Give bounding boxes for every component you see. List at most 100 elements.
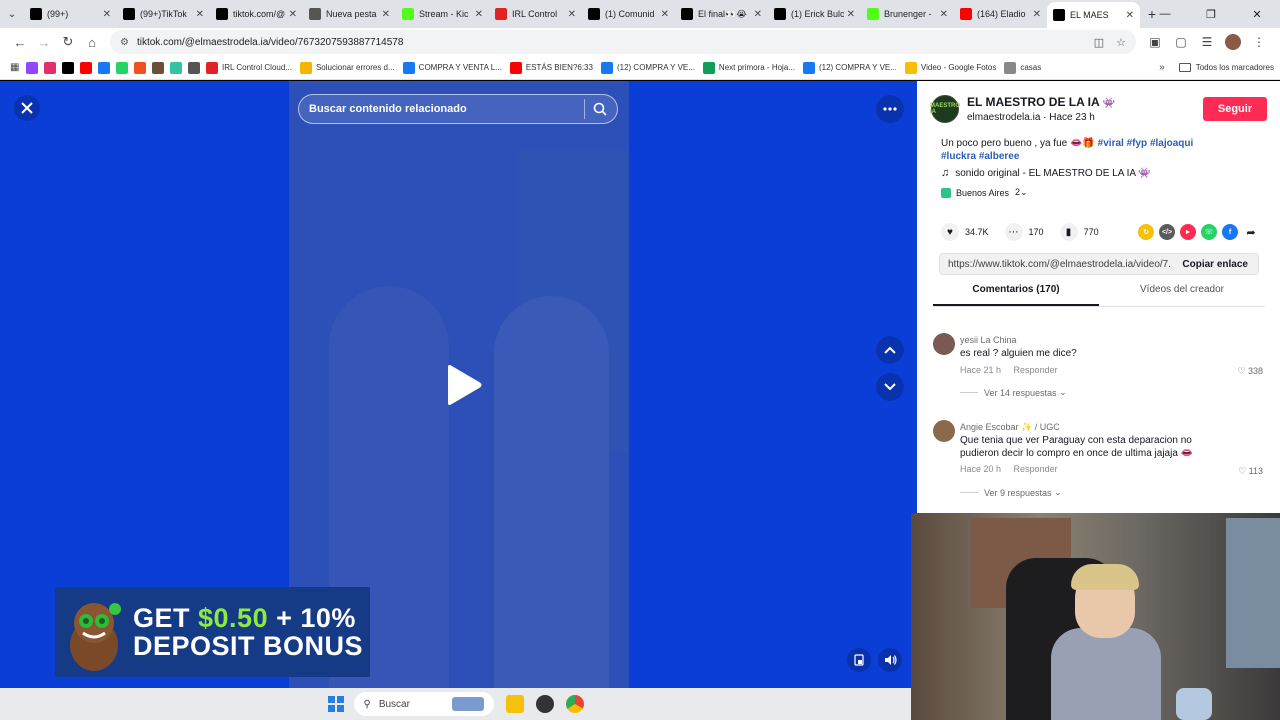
back-icon[interactable]: ←: [8, 35, 32, 50]
tab-close-icon[interactable]: ✕: [1126, 10, 1134, 21]
tab-comments[interactable]: Comentarios (170): [933, 284, 1099, 306]
all-bookmarks-button[interactable]: Todos los marcadores: [1178, 63, 1274, 72]
browser-tab[interactable]: El final👀😭 ✕: [675, 1, 768, 27]
close-video-button[interactable]: [14, 95, 40, 121]
tab-close-icon[interactable]: ✕: [940, 9, 948, 20]
tab-close-icon[interactable]: ✕: [847, 9, 855, 20]
tab-close-icon[interactable]: ✕: [754, 9, 762, 20]
bookmark-item[interactable]: [80, 61, 96, 74]
bookmark-item[interactable]: [44, 61, 60, 74]
tab-close-icon[interactable]: ✕: [196, 9, 204, 20]
bookmark-item[interactable]: [62, 61, 78, 74]
apps-grid-icon[interactable]: ▦: [10, 62, 22, 74]
bookmark-item[interactable]: Video - Google Fotos: [904, 61, 996, 74]
tab-close-icon[interactable]: ✕: [1033, 9, 1041, 20]
browser-tab[interactable]: EL MAES ✕: [1047, 2, 1140, 28]
taskbar-search[interactable]: ⚲ Buscar: [353, 692, 494, 716]
profile-avatar[interactable]: [1225, 34, 1241, 50]
extensions-puzzle-icon[interactable]: ▢: [1168, 35, 1194, 49]
repost-icon[interactable]: ↻: [1138, 224, 1154, 240]
reload-icon[interactable]: ↻: [56, 34, 80, 50]
comment-avatar[interactable]: [933, 420, 955, 442]
hashtag-link[interactable]: #alberee: [979, 151, 1020, 162]
hashtag-link[interactable]: #fyp: [1127, 138, 1148, 149]
bookmark-item[interactable]: [116, 61, 132, 74]
chrome-menu-icon[interactable]: ⋮: [1246, 35, 1272, 49]
browser-tab[interactable]: Stream - Kic ✕: [396, 1, 489, 27]
hashtag-link[interactable]: #viral: [1098, 138, 1124, 149]
play-icon[interactable]: [440, 363, 484, 407]
browser-tab[interactable]: Brunenger - ✕: [861, 1, 954, 27]
author-name[interactable]: EL MAESTRO DE LA IA 👾: [967, 95, 1203, 109]
bookmark-item[interactable]: [152, 61, 168, 74]
follow-button[interactable]: Seguir: [1203, 97, 1267, 121]
view-replies-button[interactable]: Ver 14 respuestas ⌄: [960, 387, 1067, 398]
copy-link-button[interactable]: Copiar enlace: [1172, 259, 1258, 270]
comment-avatar[interactable]: [933, 333, 955, 355]
volume-button[interactable]: [878, 648, 902, 672]
comment-like-button[interactable]: ♡ 113: [1238, 466, 1263, 477]
next-video-button[interactable]: [876, 373, 904, 401]
reply-button[interactable]: Responder: [1014, 464, 1058, 474]
comment-like-button[interactable]: ♡ 338: [1237, 366, 1263, 377]
comment-stat[interactable]: ⋯ 170: [1004, 223, 1044, 241]
author-avatar[interactable]: MAESTRO IA: [930, 95, 960, 123]
omnibox[interactable]: ⚙ tiktok.com/@elmaestrodela.ia/video/767…: [110, 30, 1136, 54]
share-link-text[interactable]: https://www.tiktok.com/@elmaestrodela.ia…: [940, 259, 1172, 270]
reply-button[interactable]: Responder: [1014, 365, 1058, 375]
search-icon[interactable]: [593, 102, 607, 116]
forward-icon[interactable]: →: [32, 35, 56, 50]
comment-author[interactable]: yesii La China: [960, 335, 1017, 345]
send-icon[interactable]: ►: [1180, 224, 1196, 240]
sound-link[interactable]: ♫ sonido original - EL MAESTRO DE LA IA …: [941, 167, 1151, 179]
bookmark-item[interactable]: [134, 61, 150, 74]
bookmark-item[interactable]: Solucionar errores d...: [299, 61, 395, 74]
minimize-icon[interactable]: —: [1142, 8, 1188, 20]
hashtag-link[interactable]: #luckra: [941, 151, 976, 162]
file-explorer-icon[interactable]: [505, 695, 524, 713]
bookmark-item[interactable]: casas: [1004, 61, 1041, 74]
view-replies-button[interactable]: Ver 9 respuestas ⌄: [960, 487, 1062, 498]
browser-tab[interactable]: IRL Control ✕: [489, 1, 582, 27]
close-window-icon[interactable]: ✕: [1234, 8, 1280, 21]
url-text[interactable]: tiktok.com/@elmaestrodela.ia/video/76732…: [137, 37, 1082, 48]
tab-close-icon[interactable]: ✕: [475, 9, 483, 20]
chrome-taskbar-icon[interactable]: [565, 695, 584, 713]
tab-close-icon[interactable]: ✕: [289, 9, 297, 20]
bookmark-item[interactable]: COMPRA Y VENTA L...: [402, 61, 502, 74]
browser-tab[interactable]: (1) Erick Bulc ✕: [768, 1, 861, 27]
site-info-icon[interactable]: ⚙: [120, 37, 129, 48]
tab-search-chevron-icon[interactable]: ⌄: [0, 0, 24, 28]
like-stat[interactable]: ♥ 34.7K: [941, 223, 989, 241]
embed-code-icon[interactable]: </>: [1159, 224, 1175, 240]
browser-tab[interactable]: Nueva pesta ✕: [303, 1, 396, 27]
bookmark-item[interactable]: [26, 61, 42, 74]
translate-icon[interactable]: ◫: [1094, 36, 1104, 49]
bookmark-item[interactable]: ESTÁS BIEN?6:33: [509, 61, 593, 74]
tab-creator-videos[interactable]: Vídeos del creador: [1099, 284, 1265, 306]
bookmark-item[interactable]: (12) COMPRA Y VE...: [802, 61, 897, 74]
location-tag[interactable]: Buenos Aires 2⌄: [941, 187, 1028, 198]
mini-player-button[interactable]: [847, 648, 871, 672]
restore-icon[interactable]: ❐: [1188, 8, 1234, 21]
browser-tab[interactable]: tiktok.com/@ ✕: [210, 1, 303, 27]
tab-close-icon[interactable]: ✕: [382, 9, 390, 20]
extension-icon[interactable]: ▣: [1142, 35, 1168, 49]
bookmark-item[interactable]: [170, 61, 186, 74]
more-options-button[interactable]: [876, 95, 904, 123]
bookmark-star-icon[interactable]: ☆: [1116, 36, 1126, 49]
hashtag-link[interactable]: #lajoaqui: [1150, 138, 1193, 149]
bookmark-item[interactable]: IRL Control Cloud...: [206, 61, 292, 74]
related-search-box[interactable]: [298, 94, 618, 124]
tab-close-icon[interactable]: ✕: [661, 9, 669, 20]
bookmark-item[interactable]: [188, 61, 204, 74]
share-arrow-icon[interactable]: ➦: [1243, 224, 1259, 240]
bookmark-item[interactable]: [98, 61, 114, 74]
browser-tab[interactable]: (164) Eladio ✕: [954, 1, 1047, 27]
tab-close-icon[interactable]: ✕: [103, 9, 111, 20]
related-search-input[interactable]: [309, 103, 576, 115]
obs-icon[interactable]: [535, 695, 554, 713]
previous-video-button[interactable]: [876, 336, 904, 364]
more-bookmarks-icon[interactable]: »: [1159, 62, 1165, 73]
save-stat[interactable]: ▮ 770: [1059, 223, 1099, 241]
